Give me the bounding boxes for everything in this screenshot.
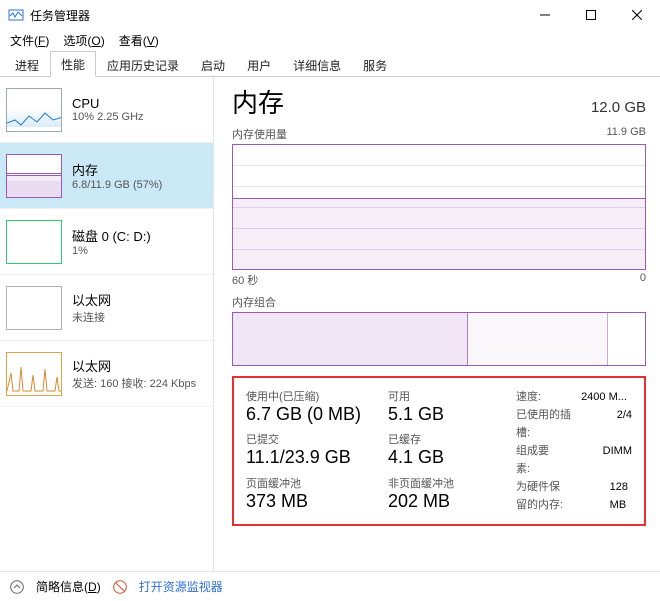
main-panel: 内存 12.0 GB 内存使用量 11.9 GB 60 秒 0 内存组合 使用中… — [214, 77, 660, 575]
committed-value: 11.1/23.9 GB — [246, 447, 376, 468]
sidebar-eth1-title: 以太网 — [72, 290, 111, 309]
cached-label: 已缓存 — [388, 431, 498, 447]
menubar: 文件(F) 选项(O) 查看(V) — [0, 30, 660, 53]
eth2-thumb-chart — [6, 352, 62, 396]
sidebar-disk-sub: 1% — [72, 245, 151, 257]
speed-label: 速度: — [516, 388, 541, 406]
sidebar-memory-sub: 6.8/11.9 GB (57%) — [72, 179, 162, 191]
chart-x-left: 60 秒 — [232, 272, 258, 288]
menu-options[interactable]: 选项(O) — [63, 32, 104, 49]
tab-app-history[interactable]: 应用历史记录 — [96, 52, 190, 77]
sidebar-cpu-title: CPU — [72, 96, 144, 111]
tab-users[interactable]: 用户 — [236, 52, 282, 77]
side-stats: 速度: 2400 M... 已使用的插槽: 2/4 组成要素: DIMM 为硬件保留的… — [516, 388, 632, 514]
cached-value: 4.1 GB — [388, 447, 498, 468]
tab-performance[interactable]: 性能 — [50, 51, 96, 77]
paged-value: 373 MB — [246, 491, 376, 512]
menu-view[interactable]: 查看(V) — [119, 32, 159, 49]
sidebar-item-disk[interactable]: 磁盘 0 (C: D:) 1% — [0, 209, 213, 275]
tab-services[interactable]: 服务 — [352, 52, 398, 77]
tab-processes[interactable]: 进程 — [4, 52, 50, 77]
comp-chart-label: 内存组合 — [232, 294, 276, 310]
sidebar-disk-title: 磁盘 0 (C: D:) — [72, 226, 151, 245]
reserved-label: 为硬件保留的内存: — [516, 478, 570, 514]
resmon-icon — [113, 580, 127, 594]
app-icon — [8, 7, 24, 23]
slots-label: 已使用的插槽: — [516, 406, 577, 442]
menu-file[interactable]: 文件(F) — [10, 32, 49, 49]
reserved-value: 128 MB — [610, 478, 632, 514]
usage-chart-max: 11.9 GB — [606, 126, 646, 142]
chart-x-right: 0 — [640, 272, 646, 288]
cpu-thumb-chart — [6, 88, 62, 132]
performance-sidebar: CPU 10% 2.25 GHz 内存 6.8/11.9 GB (57%) 磁盘… — [0, 77, 214, 575]
highlight-box: 使用中(已压缩) 6.7 GB (0 MB) 可用 5.1 GB 已提交 11.… — [232, 376, 646, 526]
page-title: 内存 — [232, 83, 284, 120]
form-value: DIMM — [603, 442, 632, 478]
memory-usage-chart — [232, 144, 646, 270]
in-use-value: 6.7 GB (0 MB) — [246, 404, 376, 425]
sidebar-eth1-sub: 未连接 — [72, 309, 111, 325]
sidebar-item-eth2[interactable]: 以太网 发送: 160 接收: 224 Kbps — [0, 341, 213, 407]
available-label: 可用 — [388, 388, 498, 404]
close-button[interactable] — [614, 0, 660, 30]
memory-thumb-chart — [6, 154, 62, 198]
sidebar-eth2-title: 以太网 — [72, 356, 196, 375]
sidebar-item-eth1[interactable]: 以太网 未连接 — [0, 275, 213, 341]
sidebar-item-memory[interactable]: 内存 6.8/11.9 GB (57%) — [0, 143, 213, 209]
in-use-label: 使用中(已压缩) — [246, 388, 376, 404]
usage-chart-label: 内存使用量 — [232, 126, 287, 142]
speed-value: 2400 M... — [581, 388, 627, 406]
sidebar-item-cpu[interactable]: CPU 10% 2.25 GHz — [0, 77, 213, 143]
maximize-button[interactable] — [568, 0, 614, 30]
memory-total: 12.0 GB — [591, 99, 646, 116]
brief-info-link[interactable]: 简略信息(D) — [36, 578, 101, 595]
committed-label: 已提交 — [246, 431, 376, 447]
open-resmon-link[interactable]: 打开资源监视器 — [139, 578, 223, 595]
window-title: 任务管理器 — [30, 7, 90, 24]
disk-thumb-chart — [6, 220, 62, 264]
sidebar-memory-title: 内存 — [72, 160, 162, 179]
eth1-thumb-chart — [6, 286, 62, 330]
minimize-button[interactable] — [522, 0, 568, 30]
tab-bar: 进程 性能 应用历史记录 启动 用户 详细信息 服务 — [0, 53, 660, 77]
form-label: 组成要素: — [516, 442, 563, 478]
memory-composition-chart — [232, 312, 646, 366]
nonpaged-value: 202 MB — [388, 491, 498, 512]
footer: 简略信息(D) 打开资源监视器 — [0, 571, 660, 601]
slots-value: 2/4 — [617, 406, 632, 442]
chevron-up-circle-icon[interactable] — [10, 580, 24, 594]
paged-label: 页面缓冲池 — [246, 475, 376, 491]
sidebar-cpu-sub: 10% 2.25 GHz — [72, 111, 144, 123]
tab-details[interactable]: 详细信息 — [282, 52, 352, 77]
sidebar-eth2-sub: 发送: 160 接收: 224 Kbps — [72, 375, 196, 391]
available-value: 5.1 GB — [388, 404, 498, 425]
titlebar: 任务管理器 — [0, 0, 660, 30]
nonpaged-label: 非页面缓冲池 — [388, 475, 498, 491]
window-controls — [522, 0, 660, 30]
tab-startup[interactable]: 启动 — [190, 52, 236, 77]
